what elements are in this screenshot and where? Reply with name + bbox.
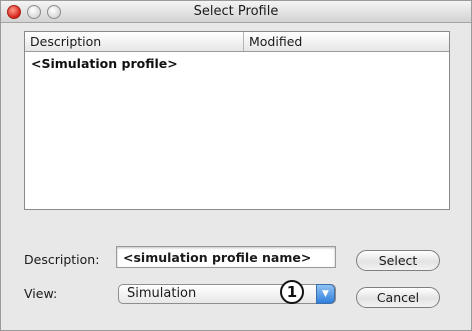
title-bar[interactable]: Select Profile [1,1,471,23]
view-label: View: [24,286,58,301]
description-label: Description: [24,252,100,267]
chevron-down-icon[interactable]: ▼ [316,284,335,304]
window-title: Select Profile [193,4,279,19]
cancel-button[interactable]: Cancel [356,287,440,308]
select-button[interactable]: Select [356,250,440,271]
description-field[interactable]: <simulation profile name> [116,246,336,268]
row-description: <Simulation profile> [31,56,178,71]
table-row[interactable]: <Simulation profile> [25,54,449,74]
table-header: Description Modified [25,32,449,52]
select-profile-dialog: Select Profile Description Modified <Sim… [0,0,472,331]
column-header-description[interactable]: Description [25,32,244,51]
view-select-value: Simulation [127,286,197,301]
profile-table[interactable]: Description Modified <Simulation profile… [24,31,450,210]
callout-badge: 1 [280,280,304,304]
column-header-modified[interactable]: Modified [244,32,449,51]
